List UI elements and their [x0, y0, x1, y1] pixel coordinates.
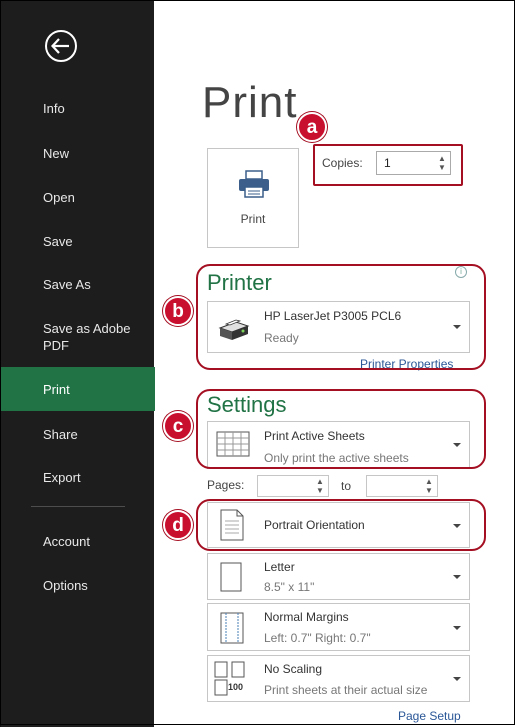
margins-icon: [220, 612, 244, 649]
chevron-down-icon: [453, 677, 461, 681]
sidebar-item-new[interactable]: New: [1, 145, 155, 162]
sidebar-item-open[interactable]: Open: [1, 189, 155, 206]
callout-badge-a: a: [297, 112, 327, 142]
pages-from-input[interactable]: ▲ ▼: [257, 475, 329, 497]
paper-size-secondary: 8.5" x 11": [264, 580, 315, 594]
paper-size-dropdown[interactable]: Letter 8.5" x 11": [207, 553, 470, 600]
letter-page-icon: [220, 562, 242, 597]
back-arrow-icon[interactable]: [43, 28, 79, 64]
scaling-icon-label: 100: [228, 682, 244, 692]
sidebar-item-save-as[interactable]: Save As: [1, 276, 155, 293]
sidebar-item-print[interactable]: Print: [1, 367, 155, 411]
scaling-primary: No Scaling: [264, 662, 323, 676]
page-title: Print: [202, 78, 298, 127]
callout-box-settings: [196, 389, 486, 469]
sidebar-divider: [31, 506, 125, 507]
margins-secondary: Left: 0.7" Right: 0.7": [264, 631, 371, 645]
pages-to-input[interactable]: ▲ ▼: [366, 475, 438, 497]
callout-badge-b: b: [163, 296, 193, 326]
sidebar-item-account[interactable]: Account: [1, 533, 155, 550]
margins-primary: Normal Margins: [264, 610, 349, 624]
chevron-down-icon: [453, 626, 461, 630]
sidebar-item-save-as-adobe-pdf[interactable]: Save as Adobe PDF: [1, 320, 155, 354]
sidebar-item-options[interactable]: Options: [1, 577, 155, 594]
pages-to-label: to: [341, 479, 352, 493]
print-button-label: Print: [240, 212, 266, 226]
backstage-sidebar: Info New Open Save Save As Save as Adobe…: [0, 0, 155, 727]
paper-size-primary: Letter: [264, 560, 295, 574]
sidebar-item-export[interactable]: Export: [1, 469, 155, 486]
scaling-secondary: Print sheets at their actual size: [264, 683, 428, 697]
print-button[interactable]: Print: [207, 148, 299, 248]
spin-down-icon[interactable]: ▼: [315, 486, 325, 496]
pages-label: Pages:: [207, 478, 245, 492]
sidebar-item-save[interactable]: Save: [1, 233, 155, 250]
chevron-down-icon: [453, 575, 461, 579]
spin-down-icon[interactable]: ▼: [424, 486, 434, 496]
callout-badge-c: c: [163, 411, 193, 441]
callout-box-copies: [313, 144, 463, 186]
callout-box-orientation: [196, 499, 486, 551]
printer-icon: [237, 169, 271, 204]
scaling-dropdown[interactable]: 100 No Scaling Print sheets at their act…: [207, 655, 470, 702]
callout-badge-d: d: [163, 510, 193, 540]
sidebar-item-share[interactable]: Share: [1, 426, 155, 443]
page-setup-link[interactable]: Page Setup: [398, 709, 461, 723]
margins-dropdown[interactable]: Normal Margins Left: 0.7" Right: 0.7": [207, 603, 470, 651]
sidebar-item-info[interactable]: Info: [1, 100, 155, 117]
callout-box-printer: [196, 264, 486, 370]
